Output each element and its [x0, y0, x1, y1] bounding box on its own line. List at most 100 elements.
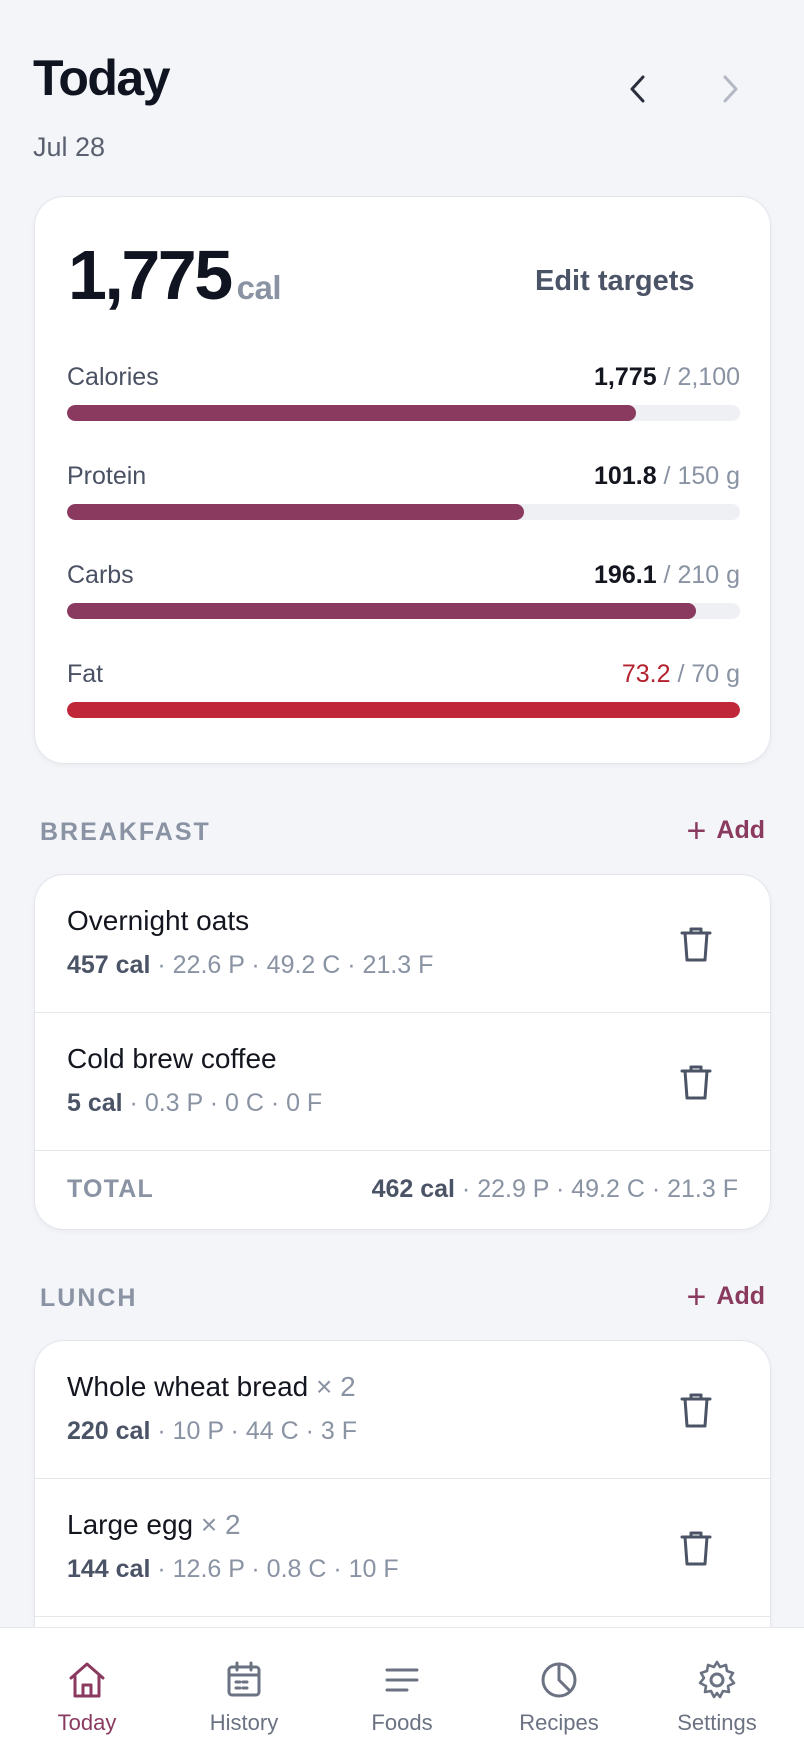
macro-label: Calories: [67, 363, 159, 391]
previous-day-button[interactable]: [613, 64, 663, 114]
bottom-tab-bar: Today History Foods Recipes Settings: [0, 1627, 804, 1748]
food-name-text: Cold brew coffee: [67, 1043, 277, 1074]
macro-current: 73.2: [621, 660, 671, 688]
chevron-right-icon: [723, 75, 738, 103]
macro-label: Protein: [67, 462, 147, 490]
food-macros: 457 cal · 22.6 P · 49.2 C · 21.3 F: [67, 951, 433, 980]
food-row[interactable]: Whole wheat bread × 2 220 cal · 10 P · 4…: [35, 1341, 770, 1479]
food-calories: 144 cal: [67, 1555, 151, 1583]
pie-chart-icon: [541, 1662, 577, 1698]
total-calories-unit: cal: [236, 269, 282, 306]
food-macros: 5 cal · 0.3 P · 0 C · 0 F: [67, 1089, 322, 1118]
daily-summary-card: 1,775 cal Edit targets Calories 1,775 / …: [34, 196, 771, 764]
progress-bar: [67, 405, 740, 421]
macro-target: / 2,100: [663, 363, 740, 391]
progress-fill: [67, 405, 636, 421]
trash-icon[interactable]: [675, 1527, 717, 1569]
food-row[interactable]: Overnight oats 457 cal · 22.6 P · 49.2 C…: [35, 875, 770, 1013]
macro-current: 196.1: [594, 561, 657, 589]
food-name-text: Overnight oats: [67, 905, 250, 936]
plus-icon: +: [686, 1277, 707, 1316]
page-date: Jul 28: [33, 132, 106, 162]
tab-label: Today: [57, 1710, 117, 1735]
total-calories: 1,775 cal: [68, 235, 282, 315]
next-day-button[interactable]: [705, 64, 755, 114]
progress-fill: [67, 504, 524, 520]
tab-recipes[interactable]: Recipes: [489, 1628, 629, 1748]
macro-values: 73.2 / 70 g: [622, 660, 740, 689]
section-title: LUNCH: [40, 1284, 138, 1312]
chevron-left-icon: [630, 75, 645, 103]
food-name-text: Large egg: [67, 1509, 194, 1540]
tab-label: History: [209, 1710, 279, 1735]
add-label: Add: [716, 816, 765, 844]
food-calories: 5 cal: [67, 1089, 123, 1117]
plus-icon: +: [686, 811, 707, 850]
total-calories: 462 cal: [371, 1175, 455, 1203]
food-quantity: × 2: [193, 1509, 241, 1540]
add-breakfast-button[interactable]: + Add: [686, 811, 765, 850]
progress-fill: [67, 702, 740, 718]
total-label: TOTAL: [67, 1175, 155, 1203]
food-name: Overnight oats: [67, 905, 249, 937]
tab-label: Recipes: [519, 1710, 599, 1735]
tab-history[interactable]: History: [174, 1628, 314, 1748]
tab-foods[interactable]: Foods: [332, 1628, 472, 1748]
macro-values: 196.1 / 210 g: [594, 561, 740, 590]
calendar-icon: [227, 1661, 261, 1697]
add-label: Add: [716, 1282, 765, 1310]
macro-carbs: Carbs 196.1 / 210 g: [67, 561, 740, 631]
food-calories: 457 cal: [67, 951, 151, 979]
total-calories-value: 1,775: [68, 236, 233, 314]
macro-target: / 70 g: [677, 660, 740, 688]
food-macro-breakdown: · 12.6 P · 0.8 C · 10 F: [150, 1555, 399, 1583]
tab-settings[interactable]: Settings: [647, 1628, 787, 1748]
food-macros: 144 cal · 12.6 P · 0.8 C · 10 F: [67, 1555, 399, 1584]
progress-bar: [67, 702, 740, 718]
macro-target: / 150 g: [663, 462, 740, 490]
food-row[interactable]: Cold brew coffee 5 cal · 0.3 P · 0 C · 0…: [35, 1013, 770, 1151]
meal-total-row: TOTAL 462 cal · 22.9 P · 49.2 C · 21.3 F: [35, 1151, 770, 1229]
trash-icon[interactable]: [675, 923, 717, 965]
gear-icon: [698, 1660, 736, 1699]
food-name-text: Whole wheat bread: [67, 1371, 309, 1402]
progress-fill: [67, 603, 696, 619]
total-macro-breakdown: · 22.9 P · 49.2 C · 21.3 F: [454, 1175, 738, 1203]
food-calories: 220 cal: [67, 1417, 151, 1445]
food-quantity: × 2: [308, 1371, 356, 1402]
macro-values: 101.8 / 150 g: [594, 462, 740, 491]
food-name: Large egg × 2: [67, 1509, 241, 1541]
macro-current: 101.8: [594, 462, 657, 490]
macro-label: Fat: [67, 660, 104, 688]
food-row[interactable]: Large egg × 2 144 cal · 12.6 P · 0.8 C ·…: [35, 1479, 770, 1617]
food-name: Cold brew coffee: [67, 1043, 277, 1075]
trash-icon[interactable]: [675, 1061, 717, 1103]
add-lunch-button[interactable]: + Add: [686, 1277, 765, 1316]
macro-protein: Protein 101.8 / 150 g: [67, 462, 740, 532]
macro-current: 1,775: [594, 363, 657, 391]
macro-calories: Calories 1,775 / 2,100: [67, 363, 740, 433]
macro-label: Carbs: [67, 561, 134, 589]
food-macros: 220 cal · 10 P · 44 C · 3 F: [67, 1417, 357, 1446]
food-macro-breakdown: · 10 P · 44 C · 3 F: [150, 1417, 357, 1445]
total-values: 462 cal · 22.9 P · 49.2 C · 21.3 F: [372, 1175, 738, 1204]
macro-values: 1,775 / 2,100: [594, 363, 740, 392]
tab-label: Foods: [371, 1710, 433, 1735]
section-title: BREAKFAST: [40, 818, 211, 846]
progress-bar: [67, 504, 740, 520]
edit-targets-button[interactable]: Edit targets: [535, 265, 695, 298]
breakfast-section-header: BREAKFAST + Add: [40, 812, 765, 852]
tab-label: Settings: [677, 1710, 757, 1735]
tab-today[interactable]: Today: [17, 1628, 157, 1748]
progress-bar: [67, 603, 740, 619]
macro-target: / 210 g: [663, 561, 740, 589]
home-icon: [69, 1662, 105, 1698]
breakfast-card: Overnight oats 457 cal · 22.6 P · 49.2 C…: [34, 874, 771, 1230]
food-macro-breakdown: · 0.3 P · 0 C · 0 F: [122, 1089, 323, 1117]
page-header: Today Jul 28: [33, 48, 773, 168]
trash-icon[interactable]: [675, 1389, 717, 1431]
lunch-section-header: LUNCH + Add: [40, 1278, 765, 1318]
food-macro-breakdown: · 22.6 P · 49.2 C · 21.3 F: [150, 951, 434, 979]
macro-fat: Fat 73.2 / 70 g: [67, 660, 740, 730]
list-icon: [385, 1668, 419, 1692]
